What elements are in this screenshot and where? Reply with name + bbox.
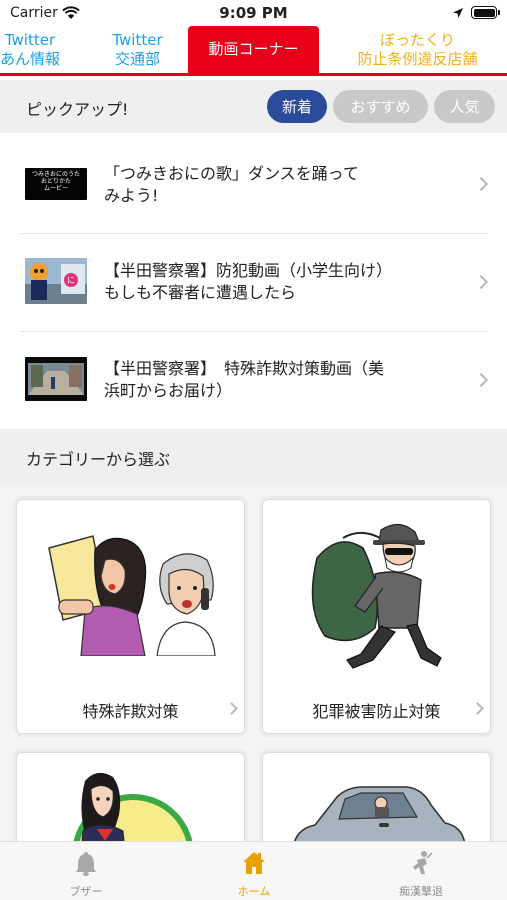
- tab-home[interactable]: ホーム: [194, 842, 314, 900]
- pickup-header: ピックアップ! 新着 おすすめ 人気: [0, 80, 507, 133]
- video-title: 「つみきおにの歌」ダンスを踊って みよう!: [104, 163, 454, 207]
- thumb-caption: ムービー: [43, 185, 68, 192]
- battery-tip: [498, 10, 500, 15]
- tab-line2: あん情報: [0, 49, 60, 68]
- tab-line2: 防止条例違反店舗: [357, 49, 478, 68]
- video-title-line: 浜町からお届け）: [104, 381, 233, 400]
- tab-line1: Twitter: [112, 30, 163, 49]
- thumb-caption: つみきおにのうた: [31, 171, 80, 178]
- tab-label: ブザー: [69, 885, 103, 898]
- video-title-line: もしも不審者に遭遇したら: [104, 283, 297, 302]
- video-list-item[interactable]: つみきおにのうた おどりかた ムービー 「つみきおにの歌」ダンスを踊って みよう…: [0, 136, 507, 234]
- category-label: 特殊詐欺対策: [82, 702, 179, 721]
- category-title: カテゴリーから選ぶ: [26, 450, 171, 469]
- battery-icon: [471, 6, 497, 19]
- bottom-tab-bar: ブザー ホーム 痴漢撃退: [0, 841, 507, 900]
- video-thumbnail: に: [25, 258, 87, 304]
- tab-line1: Twitter: [4, 30, 56, 49]
- tab-video-corner[interactable]: 動画コーナー: [188, 26, 319, 73]
- tab-line1: ぼったくり: [379, 30, 455, 49]
- category-card-crime-prevention[interactable]: 犯罪被害防止対策: [262, 499, 491, 734]
- video-thumbnail: つみきおにのうた おどりかた ムービー: [25, 168, 87, 200]
- status-bar: Carrier 9:09 PM: [0, 0, 507, 26]
- tab-line1: 動画コーナー: [208, 40, 299, 58]
- clock: 9:09 PM: [219, 4, 288, 22]
- tab-bottakuri[interactable]: ぼったくり 防止条例違反店舗: [330, 26, 505, 73]
- video-list-item[interactable]: 【半田警察署】 特殊詐欺対策動画（美 浜町からお届け）: [0, 332, 507, 430]
- video-title-line: 「つみきおにの歌」ダンスを踊って: [104, 164, 359, 183]
- video-thumbnail: [25, 357, 87, 401]
- category-card-fraud[interactable]: 特殊詐欺対策: [16, 499, 245, 734]
- home-icon: [243, 852, 265, 874]
- category-header: カテゴリーから選ぶ: [0, 429, 507, 484]
- video-title: 【半田警察署】防犯動画（小学生向け） もしも不審者に遭遇したら: [104, 260, 454, 304]
- chevron-right-icon: [473, 176, 489, 192]
- svg-text:に: に: [67, 276, 75, 285]
- video-title-line: みよう!: [104, 186, 159, 205]
- pickup-title: ピックアップ!: [26, 100, 129, 119]
- tab-twitter-anzen[interactable]: Twitter あん情報: [0, 26, 90, 73]
- tab-label: 痴漢撃退: [399, 885, 443, 898]
- tab-buzzer[interactable]: ブザー: [26, 842, 146, 900]
- tab-chikan-repel[interactable]: 痴漢撃退: [361, 842, 481, 900]
- filter-new-button[interactable]: 新着: [267, 90, 327, 123]
- chevron-right-icon: [473, 274, 489, 290]
- tab-twitter-traffic[interactable]: Twitter 交通部: [90, 26, 185, 73]
- tab-line2: 交通部: [114, 49, 160, 68]
- video-title-line: 【半田警察署】防犯動画（小学生向け）: [104, 261, 393, 280]
- app-screen: Carrier 9:09 PM Twitter あん情報 Twitter 交通部…: [0, 0, 507, 900]
- filter-popular-button[interactable]: 人気: [434, 90, 495, 123]
- filter-recommended-button[interactable]: おすすめ: [333, 90, 428, 123]
- video-title: 【半田警察署】 特殊詐欺対策動画（美 浜町からお届け）: [104, 358, 454, 402]
- category-label: 犯罪被害防止対策: [312, 702, 441, 721]
- video-title-line: 【半田警察署】 特殊詐欺対策動画（美: [104, 359, 385, 378]
- fraud-illustration: [48, 535, 216, 656]
- top-tab-bar: Twitter あん情報 Twitter 交通部 動画コーナー ぼったくり 防止…: [0, 26, 507, 76]
- repel-icon: [413, 851, 433, 874]
- location-arrow-icon: [453, 8, 463, 18]
- tab-label: ホーム: [237, 885, 271, 898]
- thumb-caption: おどりかた: [40, 178, 71, 185]
- bell-icon: [76, 852, 96, 876]
- video-list-item[interactable]: に 【半田警察署】防犯動画（小学生向け） もしも不審者に遭遇したら: [0, 234, 507, 332]
- thief-illustration: [311, 523, 442, 669]
- chevron-right-icon: [473, 372, 489, 388]
